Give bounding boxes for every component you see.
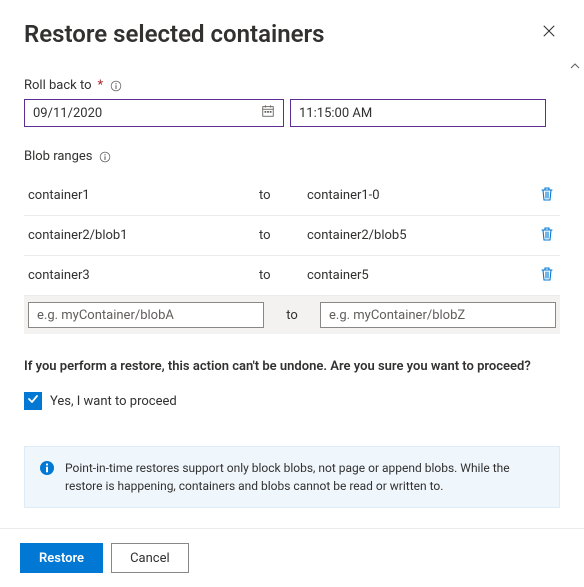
blob-range-input-row: to [24, 296, 560, 334]
dialog-footer: Restore Cancel [0, 528, 584, 587]
rollback-date-value: 09/11/2020 [33, 106, 102, 121]
close-icon [542, 24, 556, 41]
trash-icon [540, 266, 554, 285]
close-button[interactable] [538, 20, 560, 45]
delete-range-button[interactable] [538, 224, 556, 247]
delete-range-button[interactable] [538, 264, 556, 287]
range-from-value: container2/blob1 [28, 228, 251, 243]
proceed-checkbox[interactable] [24, 392, 42, 410]
trash-icon [540, 226, 554, 245]
info-note-text: Point-in-time restores support only bloc… [65, 459, 545, 495]
range-to-value: container5 [307, 268, 530, 283]
delete-range-button[interactable] [538, 184, 556, 207]
range-from-value: container3 [28, 268, 251, 283]
blob-ranges-label: Blob ranges [24, 149, 560, 164]
checkmark-icon [27, 393, 39, 409]
info-icon[interactable] [109, 79, 122, 92]
range-to-label: to [259, 268, 299, 283]
rollback-date-input[interactable]: 09/11/2020 [24, 99, 284, 127]
proceed-checkbox-label[interactable]: Yes, I want to proceed [50, 394, 177, 409]
calendar-icon [261, 104, 275, 122]
scroll-up-icon [570, 60, 580, 75]
rollback-time-value: 11:15:00 AM [299, 106, 372, 121]
blob-range-row: container2/blob1 to container2/blob5 [24, 216, 560, 256]
range-to-label: to [259, 228, 299, 243]
restore-warning-text: If you perform a restore, this action ca… [24, 358, 560, 376]
range-to-input[interactable] [320, 302, 556, 328]
info-icon [39, 460, 55, 476]
blob-range-row: container1 to container1-0 [24, 176, 560, 216]
dialog-title: Restore selected containers [24, 20, 325, 48]
trash-icon [540, 186, 554, 205]
range-to-label: to [259, 188, 299, 203]
cancel-button[interactable]: Cancel [111, 543, 189, 573]
required-indicator: * [98, 78, 104, 93]
range-to-label: to [272, 308, 312, 323]
range-to-value: container1-0 [307, 188, 530, 203]
info-note: Point-in-time restores support only bloc… [24, 446, 560, 508]
range-to-value: container2/blob5 [307, 228, 530, 243]
rollback-time-input[interactable]: 11:15:00 AM [290, 99, 546, 127]
rollback-label: Roll back to * [24, 78, 560, 93]
range-from-input[interactable] [28, 302, 264, 328]
range-from-value: container1 [28, 188, 251, 203]
blob-range-row: container3 to container5 [24, 256, 560, 296]
info-icon[interactable] [99, 150, 112, 163]
blob-ranges-list: container1 to container1-0 container2/bl… [24, 176, 560, 334]
restore-button[interactable]: Restore [20, 543, 103, 573]
